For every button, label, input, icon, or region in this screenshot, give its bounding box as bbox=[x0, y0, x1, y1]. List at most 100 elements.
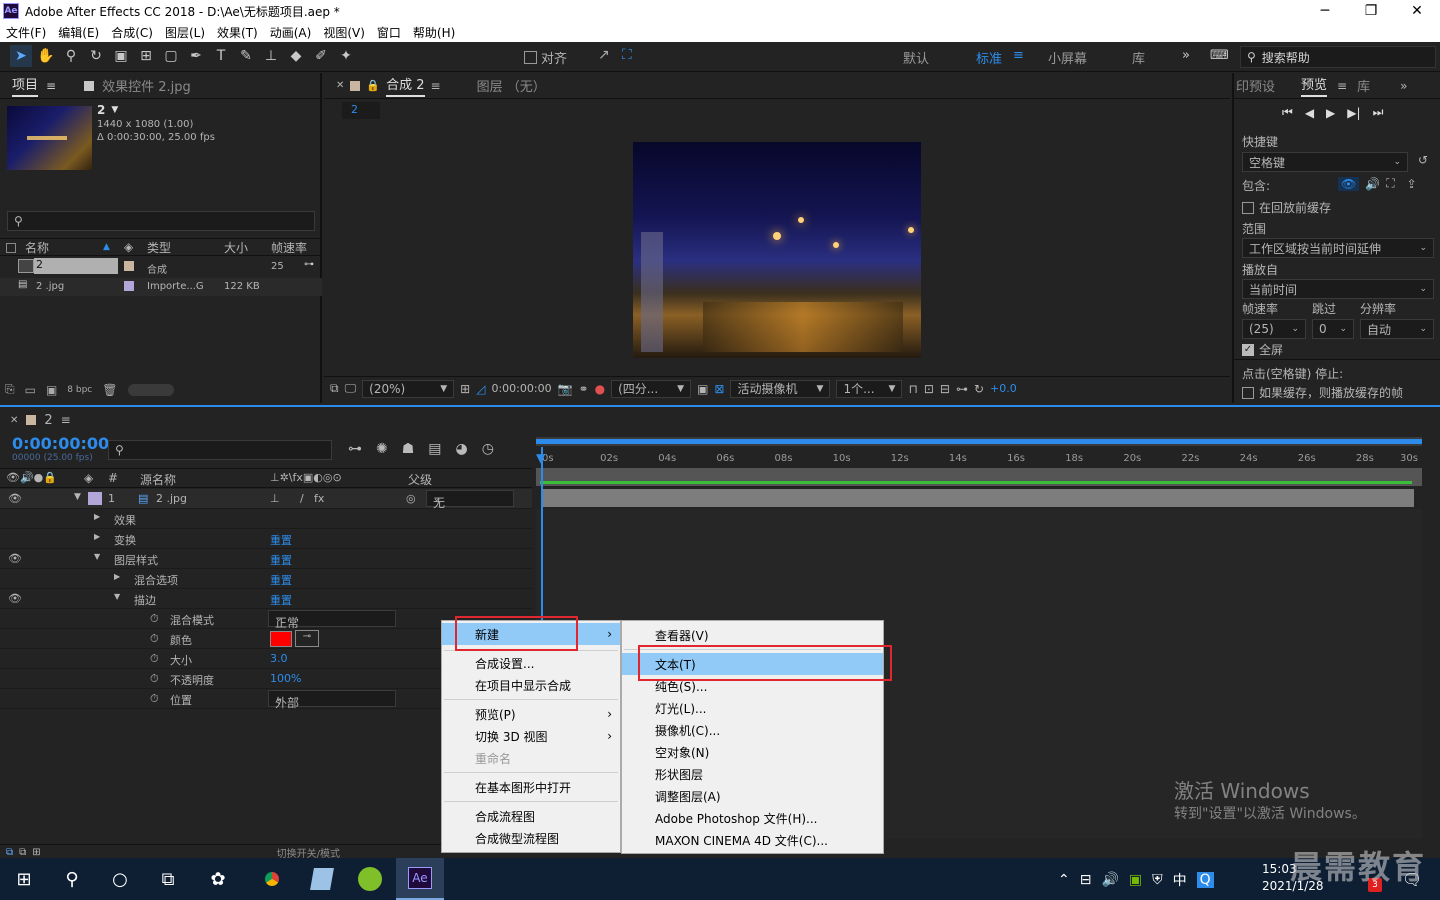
snap-option-icon[interactable]: ↗ bbox=[598, 47, 610, 63]
stopwatch-icon[interactable]: ⏱ bbox=[150, 652, 159, 666]
menu-edit[interactable]: 编辑(E) bbox=[52, 24, 105, 41]
menu-animation[interactable]: 动画(A) bbox=[264, 24, 318, 41]
network-icon[interactable]: ⊟ bbox=[1080, 872, 1092, 888]
close-tab-icon[interactable]: ✕ bbox=[10, 415, 18, 426]
windows-start-icon[interactable]: ⊞ bbox=[0, 858, 48, 900]
stopwatch-icon[interactable]: ⏱ bbox=[150, 672, 159, 686]
layer-label-swatch[interactable] bbox=[88, 492, 102, 505]
stroke-color-swatch[interactable] bbox=[270, 631, 292, 647]
reset-link[interactable]: 重置 bbox=[270, 532, 292, 548]
previous-frame-icon[interactable]: ◀ bbox=[1305, 106, 1314, 120]
workspace-settings-icon[interactable]: ⌨ bbox=[1210, 48, 1229, 63]
region-of-interest-icon[interactable]: ▣ bbox=[697, 382, 708, 396]
stopwatch-icon[interactable]: ⏱ bbox=[150, 692, 159, 706]
layer-duration-bar[interactable] bbox=[542, 489, 1414, 507]
submenu-item-null-object[interactable]: 空对象(N) bbox=[622, 741, 883, 763]
graph-editor-icon[interactable]: ◷ bbox=[482, 441, 494, 457]
export-icon[interactable]: ⇪ bbox=[1407, 177, 1417, 191]
expand-icon[interactable]: ▶ bbox=[94, 532, 100, 541]
menu-item-switch-3d-view[interactable]: 切换 3D 视图 › bbox=[442, 725, 620, 747]
column-source-name[interactable]: 源名称 bbox=[140, 471, 176, 488]
ime-language[interactable]: 中 bbox=[1173, 870, 1187, 890]
visibility-eye-icon[interactable]: 👁 bbox=[8, 492, 22, 505]
flowchart-icon[interactable]: ⊶ bbox=[956, 382, 968, 396]
first-frame-icon[interactable]: ⏮ bbox=[1282, 105, 1293, 120]
last-frame-icon[interactable]: ⏭ bbox=[1373, 105, 1384, 120]
audio-icon[interactable]: 🔊 bbox=[1365, 177, 1380, 191]
new-folder-icon[interactable]: ▭ bbox=[25, 383, 36, 397]
range-dropdown[interactable]: 工作区域按当前时间延伸 ⌄ bbox=[1242, 238, 1434, 258]
menu-item-preview[interactable]: 预览(P) › bbox=[442, 703, 620, 725]
submenu-item-photoshop-file[interactable]: Adobe Photoshop 文件(H)... bbox=[622, 807, 883, 829]
shortcut-dropdown[interactable]: 空格键 ⌄ bbox=[1242, 152, 1408, 172]
prop-row[interactable]: ▶ 变换 重置 bbox=[0, 529, 532, 549]
preview-menu-icon[interactable]: ≡ bbox=[1337, 79, 1347, 93]
work-area-bar[interactable] bbox=[536, 437, 1422, 446]
qq-icon[interactable]: Q bbox=[1196, 872, 1214, 888]
workspace-standard[interactable]: 标准 bbox=[976, 48, 1002, 67]
snapshot-icon[interactable]: 📷 bbox=[558, 382, 573, 396]
snap-target-icon[interactable]: ⛶ bbox=[622, 47, 632, 63]
shy-layers-icon[interactable]: ☗ bbox=[402, 441, 415, 457]
skip-dropdown[interactable]: 0 ⌄ bbox=[1312, 319, 1354, 339]
resolution-dropdown[interactable]: (四分... ▼ bbox=[611, 379, 692, 398]
overlay-icon[interactable]: ⛶ bbox=[1386, 176, 1394, 191]
project-scrollbar[interactable] bbox=[127, 383, 174, 396]
prop-row[interactable]: ▶ 效果 bbox=[0, 509, 532, 529]
reset-link[interactable]: 重置 bbox=[270, 572, 292, 588]
clone-stamp-tool-icon[interactable]: ⊥ bbox=[260, 45, 282, 67]
toggle-pixel-icon[interactable]: ⊓ bbox=[908, 382, 917, 396]
rectangle-tool-icon[interactable]: ▢ bbox=[160, 45, 182, 67]
hand-tool-icon[interactable]: ✋ bbox=[35, 45, 57, 67]
visibility-eye-icon[interactable]: 👁 bbox=[8, 552, 22, 565]
roto-brush-tool-icon[interactable]: ✐ bbox=[310, 45, 332, 67]
transparency-grid-icon[interactable]: ⊠ bbox=[714, 382, 724, 396]
workspace-menu-icon[interactable]: ≡ bbox=[1013, 48, 1024, 63]
views-dropdown[interactable]: 1个... ▼ bbox=[836, 379, 903, 398]
melon-app-icon[interactable] bbox=[346, 858, 394, 900]
size-value[interactable]: 3.0 bbox=[270, 652, 288, 665]
reset-link[interactable]: 重置 bbox=[270, 592, 292, 608]
expand-icon[interactable]: ▼ bbox=[94, 552, 100, 561]
tab-timeline[interactable]: 2 bbox=[44, 413, 52, 428]
text-tool-icon[interactable]: T bbox=[210, 45, 232, 67]
snap-checkbox[interactable] bbox=[524, 51, 537, 64]
playhead-icon[interactable]: ▼ bbox=[536, 451, 545, 465]
more-workspaces-icon[interactable]: » bbox=[1182, 48, 1190, 63]
show-snapshot-icon[interactable]: ⚭ bbox=[579, 382, 589, 396]
layer-name[interactable]: 2 .jpg bbox=[156, 492, 187, 505]
project-search-input[interactable]: ⚲ bbox=[7, 211, 315, 231]
brush-tool-icon[interactable]: ✎ bbox=[235, 45, 257, 67]
submenu-item-adjustment-layer[interactable]: 调整图层(A) bbox=[622, 785, 883, 807]
new-composition-icon[interactable]: ▣ bbox=[46, 383, 57, 397]
expand-icon[interactable]: ▶ bbox=[114, 572, 120, 581]
close-tab-icon[interactable]: ✕ bbox=[336, 80, 344, 91]
comp-breadcrumb[interactable]: 2 bbox=[342, 102, 380, 119]
timeline-icon[interactable]: ⊟ bbox=[940, 382, 950, 396]
fullscreen-checkbox[interactable]: ✓ bbox=[1242, 343, 1254, 356]
opacity-value[interactable]: 100% bbox=[270, 672, 301, 685]
menu-item-comp-mini-flowchart[interactable]: 合成微型流程图 bbox=[442, 827, 620, 849]
tab-composition[interactable]: 合成 2 bbox=[386, 74, 425, 97]
eyedropper-icon[interactable]: ⊸ bbox=[295, 630, 319, 647]
motion-blur-icon[interactable]: ◕ bbox=[456, 441, 468, 457]
security-icon[interactable]: ⛨ bbox=[1152, 872, 1163, 888]
column-type[interactable]: 类型 bbox=[147, 239, 171, 256]
menu-layer[interactable]: 图层(L) bbox=[159, 24, 211, 41]
chrome-icon[interactable] bbox=[248, 858, 296, 900]
draft-3d-icon[interactable]: ✺ bbox=[376, 441, 388, 457]
menu-file[interactable]: 文件(F) bbox=[0, 24, 52, 41]
comp-mini-flowchart-icon[interactable]: ⊶ bbox=[348, 441, 362, 457]
tray-expand-icon[interactable]: ⌃ bbox=[1058, 872, 1070, 888]
fast-previews-icon[interactable]: ⊡ bbox=[924, 382, 934, 396]
column-size[interactable]: 大小 bbox=[224, 239, 248, 256]
eraser-tool-icon[interactable]: ◆ bbox=[285, 45, 307, 67]
workspace-default[interactable]: 默认 bbox=[903, 48, 929, 67]
submenu-item-light[interactable]: 灯光(L)... bbox=[622, 697, 883, 719]
channel-icon[interactable]: ● bbox=[595, 382, 605, 396]
expand-layer-switches-icon[interactable]: ⧉ bbox=[6, 847, 13, 858]
prop-row[interactable]: 👁 ▼ 描边 重置 bbox=[0, 589, 532, 609]
delete-icon[interactable]: 🗑 bbox=[102, 383, 117, 397]
flowchart-icon[interactable]: ⊶ bbox=[304, 259, 314, 270]
workspace-small-screen[interactable]: 小屏幕 bbox=[1048, 48, 1087, 67]
